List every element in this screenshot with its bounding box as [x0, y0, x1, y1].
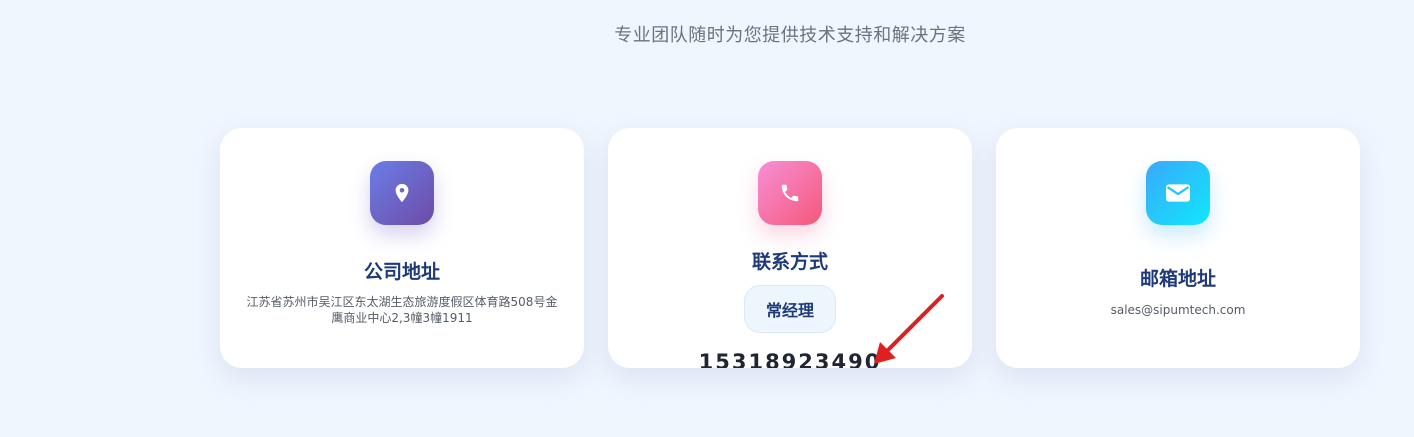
- contact-title: 联系方式: [751, 251, 828, 273]
- section-subtitle: 专业团队随时为您提供技术支持和解决方案: [614, 25, 966, 46]
- email-address[interactable]: sales@sipumtech.com: [1018, 302, 1338, 318]
- annotation-arrow-icon: [874, 294, 944, 364]
- contact-name-badge[interactable]: 常经理: [744, 285, 836, 333]
- address-title: 公司地址: [363, 261, 440, 283]
- email-title: 邮箱地址: [1139, 268, 1216, 290]
- address-text: 江苏省苏州市吴江区东太湖生态旅游度假区体育路508号金鹰商业中心2,3幢3幢19…: [246, 295, 558, 325]
- phone-icon: [758, 161, 822, 225]
- location-pin-icon: [370, 161, 434, 225]
- email-card: 邮箱地址 sales@sipumtech.com: [996, 128, 1360, 368]
- address-card: 公司地址 江苏省苏州市吴江区东太湖生态旅游度假区体育路508号金鹰商业中心2,3…: [220, 128, 584, 368]
- mail-icon: [1146, 161, 1210, 225]
- contact-section: 专业团队随时为您提供技术支持和解决方案 公司地址 江苏省苏州市吴江区东太湖生态旅…: [0, 0, 1414, 437]
